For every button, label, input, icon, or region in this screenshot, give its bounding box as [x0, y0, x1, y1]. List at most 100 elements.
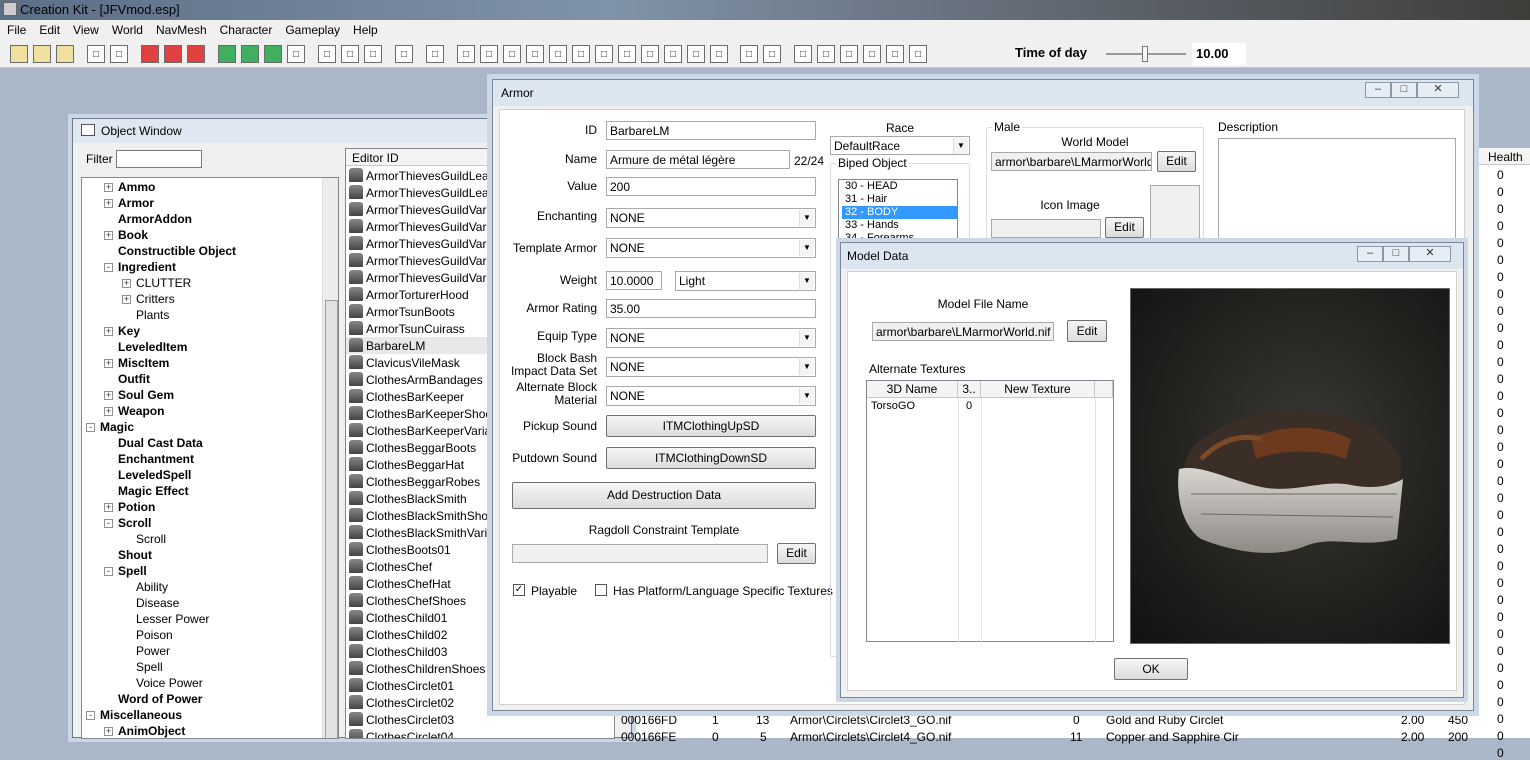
chevron-down-icon[interactable]: ▼: [799, 210, 814, 226]
world-model-edit-button[interactable]: Edit: [1157, 151, 1196, 172]
putdown-sound-button[interactable]: ITMClothingDownSD: [606, 447, 816, 469]
tree-item[interactable]: Enchantment: [118, 452, 194, 466]
tree-scrollbar[interactable]: [322, 178, 338, 738]
name-input[interactable]: Armure de métal légère: [606, 150, 790, 169]
tree-expander-icon[interactable]: +: [104, 503, 113, 512]
tree-item[interactable]: Poison: [136, 628, 173, 642]
tree-expander-icon[interactable]: +: [122, 295, 131, 304]
tree-item[interactable]: Armor: [118, 196, 154, 210]
icon-image-edit-button[interactable]: Edit: [1105, 217, 1144, 238]
biped-slot-item[interactable]: 31 - Hair: [842, 193, 957, 206]
tree-expander-icon[interactable]: -: [86, 423, 95, 432]
texture-row-name[interactable]: TorsoGO: [871, 400, 915, 412]
cube-icon[interactable]: □: [710, 45, 728, 63]
chevron-down-icon[interactable]: ▼: [799, 240, 814, 256]
enchanting-dropdown[interactable]: NONE ▼: [606, 208, 816, 228]
value-input[interactable]: 200: [606, 177, 816, 196]
category-tree[interactable]: + Ammo + Armor ArmorAddon + Book Constructible …: [81, 177, 339, 739]
chevron-down-icon[interactable]: ▼: [799, 359, 814, 375]
tree-item[interactable]: Potion: [118, 500, 155, 514]
maximize-icon[interactable]: □: [1391, 82, 1417, 98]
menu-gameplay[interactable]: Gameplay: [280, 23, 348, 37]
biped-object-list[interactable]: 30 - HEAD 31 - Hair 32 - BODY 33 - Hands 34 …: [838, 179, 958, 243]
icon-image-input[interactable]: [991, 219, 1101, 238]
save-icon[interactable]: [33, 45, 51, 63]
minimize-icon[interactable]: –: [1357, 246, 1383, 262]
biped-slot-item[interactable]: 30 - HEAD: [842, 180, 957, 193]
health-column-header[interactable]: Health: [1478, 148, 1530, 165]
tree-item[interactable]: Scroll: [136, 532, 166, 546]
tree-expander-icon[interactable]: +: [104, 183, 113, 192]
tree-item[interactable]: Book: [118, 228, 148, 242]
tree-item[interactable]: Power: [136, 644, 170, 658]
tree-item[interactable]: Spell: [136, 660, 163, 674]
cube-icon[interactable]: □: [595, 45, 613, 63]
open-icon[interactable]: [10, 45, 28, 63]
path-icon[interactable]: □: [426, 45, 444, 63]
tree-expander-icon[interactable]: +: [122, 279, 131, 288]
tree-item[interactable]: MiscItem: [118, 356, 169, 370]
bulb-icon[interactable]: □: [318, 45, 336, 63]
model-file-input[interactable]: armor\barbare\LMarmorWorld.nif: [872, 322, 1054, 341]
armor-type-dropdown[interactable]: Light ▼: [675, 271, 816, 291]
cube-icon[interactable]: □: [457, 45, 475, 63]
weight-input[interactable]: 10.0000: [606, 271, 662, 290]
tree-expander-icon[interactable]: +: [104, 231, 113, 240]
equip-type-dropdown[interactable]: NONE ▼: [606, 328, 816, 348]
chevron-down-icon[interactable]: ▼: [799, 388, 814, 404]
tree-item[interactable]: Critters: [136, 292, 175, 306]
biped-slot-item[interactable]: 32 - BODY: [842, 206, 957, 219]
cube-icon[interactable]: □: [909, 45, 927, 63]
biped-slot-item[interactable]: 33 - Hands: [842, 219, 957, 232]
model-file-edit-button[interactable]: Edit: [1067, 320, 1107, 342]
pickup-sound-button[interactable]: ITMClothingUpSD: [606, 415, 816, 437]
chevron-down-icon[interactable]: ▼: [799, 273, 814, 289]
menu-world[interactable]: World: [107, 23, 151, 37]
undo-icon[interactable]: □: [87, 45, 105, 63]
tree-item[interactable]: Plants: [136, 308, 169, 322]
tree-item[interactable]: Lesser Power: [136, 612, 209, 626]
tree-item[interactable]: LeveledSpell: [118, 468, 191, 482]
cube-icon[interactable]: □: [503, 45, 521, 63]
lasso-icon[interactable]: □: [395, 45, 413, 63]
cube-icon[interactable]: □: [641, 45, 659, 63]
description-textarea[interactable]: [1218, 138, 1456, 258]
tree-expander-icon[interactable]: +: [104, 391, 113, 400]
tree-item[interactable]: Dual Cast Data: [118, 436, 203, 450]
tree-item[interactable]: Key: [118, 324, 140, 338]
render-icon[interactable]: [141, 45, 159, 63]
ok-button[interactable]: OK: [1114, 658, 1188, 680]
tree-item[interactable]: Constructible Object: [118, 244, 236, 258]
tree-item[interactable]: Scroll: [118, 516, 151, 530]
cube-icon[interactable]: □: [817, 45, 835, 63]
grass-icon[interactable]: □: [364, 45, 382, 63]
tree-expander-icon[interactable]: +: [104, 727, 113, 736]
marker-icon[interactable]: [164, 45, 182, 63]
playable-checkbox[interactable]: ✓: [513, 584, 525, 596]
armor-rating-input[interactable]: 35.00: [606, 299, 816, 318]
havok-icon[interactable]: [264, 45, 282, 63]
tree-expander-icon[interactable]: -: [104, 519, 113, 528]
col-index[interactable]: 3..: [958, 381, 981, 398]
menu-edit[interactable]: Edit: [34, 23, 68, 37]
tree-item[interactable]: Voice Power: [136, 676, 203, 690]
cube-icon[interactable]: □: [763, 45, 781, 63]
tree-scrollbar-thumb[interactable]: [325, 300, 338, 738]
list-item[interactable]: ClothesCirclet03: [346, 711, 614, 728]
menu-view[interactable]: View: [68, 23, 107, 37]
tree-item[interactable]: Magic Effect: [118, 484, 189, 498]
id-input[interactable]: BarbareLM: [606, 121, 816, 140]
menu-help[interactable]: Help: [348, 23, 386, 37]
cube-icon[interactable]: □: [794, 45, 812, 63]
redo-icon[interactable]: □: [110, 45, 128, 63]
tree-item[interactable]: ArmorAddon: [118, 212, 192, 226]
save-as-icon[interactable]: [56, 45, 74, 63]
platform-textures-checkbox[interactable]: [595, 584, 607, 596]
alt-block-dropdown[interactable]: NONE ▼: [606, 386, 816, 406]
ragdoll-input[interactable]: [512, 544, 768, 563]
maximize-icon[interactable]: □: [1383, 246, 1409, 262]
menu-file[interactable]: File: [2, 23, 34, 37]
tree-item[interactable]: Ammo: [118, 180, 155, 194]
tree-item[interactable]: Magic: [100, 420, 134, 434]
alternate-textures-table[interactable]: 3D Name 3.. New Texture TorsoGO 0: [866, 380, 1114, 642]
